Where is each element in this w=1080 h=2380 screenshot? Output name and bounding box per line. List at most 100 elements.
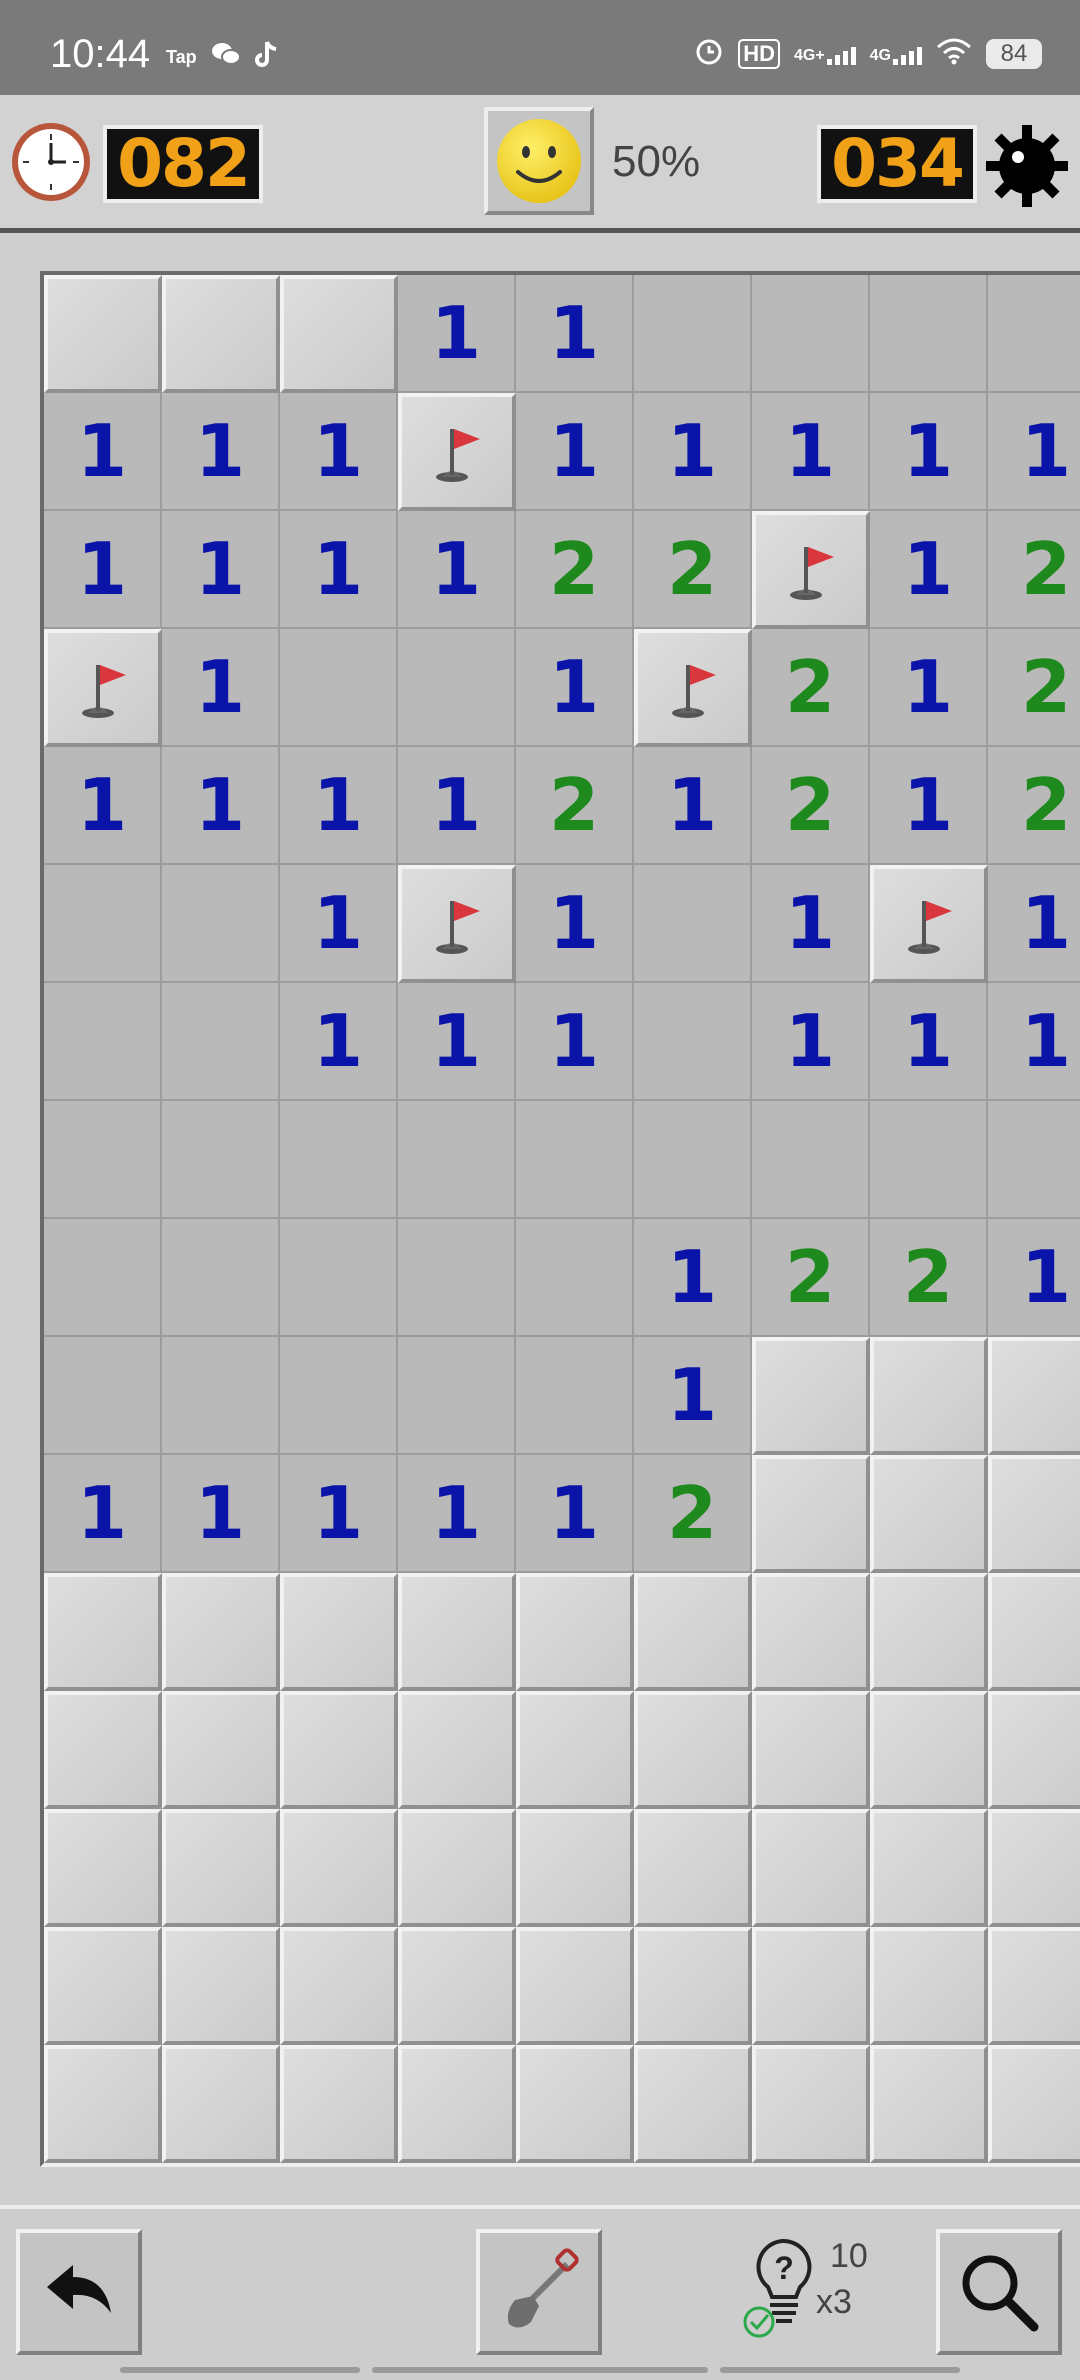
unrevealed-cell[interactable] bbox=[870, 1691, 988, 1809]
unrevealed-cell[interactable] bbox=[634, 1927, 752, 2045]
empty-cell[interactable] bbox=[516, 1101, 634, 1219]
number-cell[interactable]: 1 bbox=[988, 983, 1080, 1101]
empty-cell[interactable] bbox=[516, 1219, 634, 1337]
unrevealed-cell[interactable] bbox=[516, 1573, 634, 1691]
unrevealed-cell[interactable] bbox=[870, 2045, 988, 2163]
number-cell[interactable]: 1 bbox=[162, 511, 280, 629]
number-cell[interactable]: 1 bbox=[162, 1455, 280, 1573]
number-cell[interactable]: 1 bbox=[634, 747, 752, 865]
empty-cell[interactable] bbox=[398, 1219, 516, 1337]
number-cell[interactable]: 1 bbox=[398, 275, 516, 393]
undo-button[interactable] bbox=[16, 2229, 142, 2355]
number-cell[interactable]: 1 bbox=[398, 747, 516, 865]
flagged-cell[interactable] bbox=[398, 865, 516, 983]
flagged-cell[interactable] bbox=[870, 865, 988, 983]
number-cell[interactable]: 1 bbox=[516, 865, 634, 983]
number-cell[interactable]: 2 bbox=[634, 1455, 752, 1573]
empty-cell[interactable] bbox=[280, 1101, 398, 1219]
number-cell[interactable]: 1 bbox=[516, 275, 634, 393]
unrevealed-cell[interactable] bbox=[870, 1927, 988, 2045]
number-cell[interactable]: 1 bbox=[280, 1455, 398, 1573]
number-cell[interactable]: 1 bbox=[516, 983, 634, 1101]
number-cell[interactable]: 1 bbox=[870, 983, 988, 1101]
unrevealed-cell[interactable] bbox=[870, 1455, 988, 1573]
number-cell[interactable]: 1 bbox=[634, 393, 752, 511]
unrevealed-cell[interactable] bbox=[280, 2045, 398, 2163]
number-cell[interactable]: 1 bbox=[634, 1219, 752, 1337]
empty-cell[interactable] bbox=[988, 1101, 1080, 1219]
empty-cell[interactable] bbox=[752, 275, 870, 393]
number-cell[interactable]: 2 bbox=[988, 511, 1080, 629]
zoom-button[interactable] bbox=[936, 2229, 1062, 2355]
number-cell[interactable]: 2 bbox=[752, 1219, 870, 1337]
number-cell[interactable]: 1 bbox=[398, 983, 516, 1101]
empty-cell[interactable] bbox=[988, 275, 1080, 393]
unrevealed-cell[interactable] bbox=[752, 1809, 870, 1927]
number-cell[interactable]: 2 bbox=[870, 1219, 988, 1337]
number-cell[interactable]: 2 bbox=[752, 629, 870, 747]
number-cell[interactable]: 1 bbox=[516, 629, 634, 747]
unrevealed-cell[interactable] bbox=[280, 1573, 398, 1691]
unrevealed-cell[interactable] bbox=[398, 1691, 516, 1809]
number-cell[interactable]: 1 bbox=[398, 511, 516, 629]
unrevealed-cell[interactable] bbox=[988, 1573, 1080, 1691]
empty-cell[interactable] bbox=[634, 275, 752, 393]
unrevealed-cell[interactable] bbox=[988, 1809, 1080, 1927]
empty-cell[interactable] bbox=[162, 983, 280, 1101]
unrevealed-cell[interactable] bbox=[398, 2045, 516, 2163]
number-cell[interactable]: 2 bbox=[752, 747, 870, 865]
unrevealed-cell[interactable] bbox=[752, 1691, 870, 1809]
empty-cell[interactable] bbox=[280, 1219, 398, 1337]
number-cell[interactable]: 1 bbox=[988, 393, 1080, 511]
flagged-cell[interactable] bbox=[752, 511, 870, 629]
number-cell[interactable]: 1 bbox=[398, 1455, 516, 1573]
number-cell[interactable]: 1 bbox=[44, 393, 162, 511]
number-cell[interactable]: 1 bbox=[870, 511, 988, 629]
empty-cell[interactable] bbox=[634, 865, 752, 983]
dig-mode-button[interactable] bbox=[476, 2229, 602, 2355]
empty-cell[interactable] bbox=[870, 1101, 988, 1219]
unrevealed-cell[interactable] bbox=[752, 1455, 870, 1573]
unrevealed-cell[interactable] bbox=[280, 1927, 398, 2045]
empty-cell[interactable] bbox=[634, 983, 752, 1101]
unrevealed-cell[interactable] bbox=[280, 275, 398, 393]
number-cell[interactable]: 1 bbox=[634, 1337, 752, 1455]
number-cell[interactable]: 1 bbox=[870, 393, 988, 511]
empty-cell[interactable] bbox=[162, 865, 280, 983]
empty-cell[interactable] bbox=[44, 983, 162, 1101]
unrevealed-cell[interactable] bbox=[44, 1809, 162, 1927]
unrevealed-cell[interactable] bbox=[516, 1691, 634, 1809]
unrevealed-cell[interactable] bbox=[162, 275, 280, 393]
number-cell[interactable]: 1 bbox=[870, 747, 988, 865]
empty-cell[interactable] bbox=[280, 1337, 398, 1455]
flagged-cell[interactable] bbox=[398, 393, 516, 511]
number-cell[interactable]: 1 bbox=[752, 865, 870, 983]
number-cell[interactable]: 1 bbox=[162, 393, 280, 511]
empty-cell[interactable] bbox=[44, 1101, 162, 1219]
unrevealed-cell[interactable] bbox=[398, 1573, 516, 1691]
unrevealed-cell[interactable] bbox=[870, 1809, 988, 1927]
unrevealed-cell[interactable] bbox=[162, 2045, 280, 2163]
unrevealed-cell[interactable] bbox=[988, 2045, 1080, 2163]
number-cell[interactable]: 1 bbox=[280, 511, 398, 629]
number-cell[interactable]: 1 bbox=[280, 393, 398, 511]
unrevealed-cell[interactable] bbox=[162, 1691, 280, 1809]
unrevealed-cell[interactable] bbox=[516, 1927, 634, 2045]
number-cell[interactable]: 2 bbox=[516, 747, 634, 865]
empty-cell[interactable] bbox=[44, 865, 162, 983]
unrevealed-cell[interactable] bbox=[44, 1573, 162, 1691]
unrevealed-cell[interactable] bbox=[162, 1809, 280, 1927]
unrevealed-cell[interactable] bbox=[162, 1927, 280, 2045]
empty-cell[interactable] bbox=[162, 1101, 280, 1219]
number-cell[interactable]: 1 bbox=[752, 393, 870, 511]
flagged-cell[interactable] bbox=[44, 629, 162, 747]
unrevealed-cell[interactable] bbox=[752, 1337, 870, 1455]
smiley-reset-button[interactable] bbox=[484, 107, 594, 215]
number-cell[interactable]: 1 bbox=[870, 629, 988, 747]
empty-cell[interactable] bbox=[752, 1101, 870, 1219]
number-cell[interactable]: 2 bbox=[516, 511, 634, 629]
empty-cell[interactable] bbox=[398, 1337, 516, 1455]
unrevealed-cell[interactable] bbox=[988, 1927, 1080, 2045]
number-cell[interactable]: 1 bbox=[44, 1455, 162, 1573]
number-cell[interactable]: 2 bbox=[988, 747, 1080, 865]
